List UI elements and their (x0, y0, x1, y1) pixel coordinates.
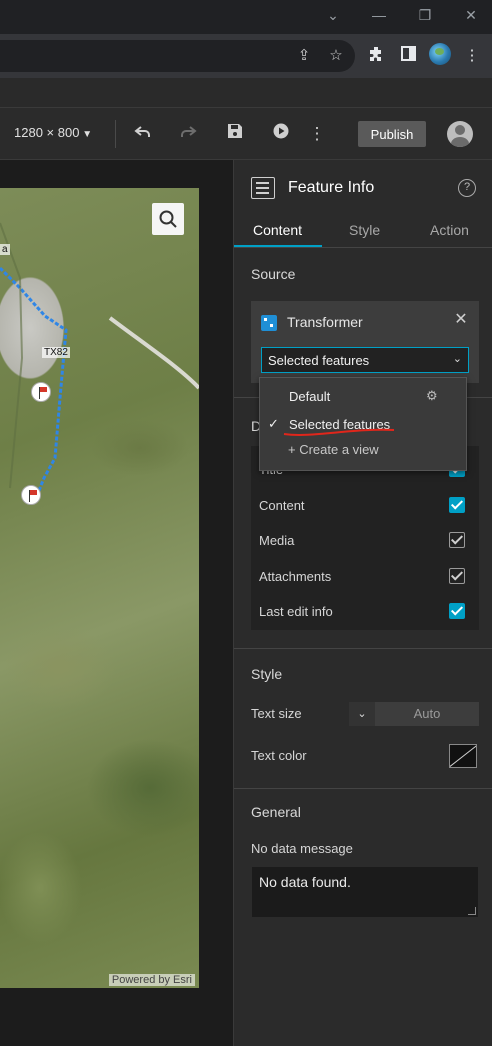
tab-content[interactable]: Content (253, 222, 302, 238)
option-label: Content (259, 498, 305, 513)
tab-action[interactable]: Action (430, 222, 469, 238)
no-data-message-value: No data found. (259, 874, 351, 890)
feature-info-icon (251, 177, 275, 199)
preview-play-icon[interactable] (270, 123, 292, 145)
chevron-down-icon: ⌄ (452, 353, 462, 365)
close-window-icon[interactable]: ✕ (458, 4, 484, 26)
menu-item-default[interactable]: Default ⚙ (260, 382, 466, 410)
help-icon[interactable]: ? (458, 179, 476, 197)
text-size-label: Text size (251, 706, 302, 721)
ridge-line (0, 222, 24, 489)
map-overlay (0, 222, 199, 494)
checkmark-icon: ✓ (268, 416, 279, 431)
more-options-icon[interactable]: ⋮ (306, 123, 328, 145)
content-checkbox[interactable] (449, 497, 465, 513)
gear-icon[interactable]: ⚙ (426, 388, 438, 404)
divider (234, 648, 492, 649)
panel-tabs: Content Style Action (234, 216, 492, 248)
attachments-checkbox[interactable] (449, 568, 465, 584)
option-label: Last edit info (259, 604, 333, 619)
redo-icon[interactable] (177, 123, 199, 145)
map-edge-label: a (0, 244, 10, 255)
view-select[interactable]: Selected features ⌄ (261, 347, 469, 373)
tab-style[interactable]: Style (349, 222, 380, 238)
flag-marker-icon[interactable] (21, 485, 41, 505)
route-line (0, 266, 68, 494)
share-icon[interactable]: ⇪ (294, 46, 314, 66)
option-row-last-edit: Last edit info (259, 600, 471, 624)
canvas-area: TX82 a Powered by Esri (0, 160, 233, 1046)
text-color-picker[interactable] (449, 744, 477, 768)
option-label: Media (259, 533, 295, 548)
undo-icon[interactable] (132, 123, 154, 145)
no-data-message-input[interactable]: No data found. (251, 866, 479, 918)
user-avatar[interactable] (447, 121, 473, 147)
active-tab-indicator (234, 245, 322, 247)
tab-search-icon[interactable]: ⌄ (320, 4, 346, 26)
display-options: Title Content Media Attachments Last edi… (251, 446, 479, 630)
map-attribution[interactable]: Powered by Esri (108, 974, 195, 986)
search-icon (159, 210, 177, 228)
text-size-select[interactable]: ⌄ Auto (349, 702, 479, 726)
dataset-icon (261, 315, 277, 331)
highway-line (108, 316, 199, 390)
style-section-title: Style (251, 666, 283, 682)
browser-toolbar: ⇪ ☆ ⋮ (0, 34, 492, 78)
text-size-value: Auto (413, 706, 441, 721)
source-section-title: Source (251, 266, 296, 282)
text-color-label: Text color (251, 748, 307, 763)
minimize-icon[interactable]: — (366, 4, 392, 26)
map-widget[interactable]: TX82 a Powered by Esri (0, 188, 199, 988)
extensions-icon[interactable] (366, 46, 386, 66)
panel-header: Feature Info ? (234, 160, 492, 216)
red-underline-annotation (283, 428, 395, 436)
resolution-label: 1280 × 800 (14, 125, 80, 140)
menu-item-label: Default (289, 389, 331, 404)
address-bar[interactable]: ⇪ ☆ (0, 40, 355, 72)
flag-marker-icon[interactable] (31, 382, 51, 402)
chevron-down-icon[interactable]: ⌄ (349, 702, 375, 726)
no-data-message-label: No data message (251, 841, 353, 856)
resolution-selector[interactable]: 1280 × 800 ▼ (14, 125, 92, 140)
side-panel-icon[interactable] (398, 46, 418, 66)
save-icon[interactable] (224, 123, 246, 145)
more-vert-icon[interactable]: ⋮ (462, 46, 482, 66)
bookmark-star-icon[interactable]: ☆ (326, 46, 346, 66)
data-source-card: Transformer ✕ Selected features ⌄ (251, 301, 479, 383)
create-view-link[interactable]: + Create a view (288, 442, 379, 457)
option-label: Attachments (259, 569, 332, 584)
general-section-title: General (251, 804, 301, 820)
caret-down-icon: ▼ (79, 129, 93, 140)
toolbar-divider (115, 120, 116, 148)
last-edit-checkbox[interactable] (449, 603, 465, 619)
divider (234, 788, 492, 789)
view-select-value: Selected features (268, 353, 370, 368)
option-row-attachments: Attachments (259, 565, 471, 589)
data-source-name: Transformer (287, 314, 363, 330)
browser-content-top (0, 78, 492, 108)
option-row-media: Media (259, 529, 471, 553)
option-row-content: Content (259, 494, 471, 518)
map-search-button[interactable] (152, 203, 184, 235)
remove-source-icon[interactable]: ✕ (452, 311, 470, 329)
panel-title: Feature Info (288, 179, 375, 196)
browser-titlebar: ⌄ — ❐ ✕ (0, 0, 492, 34)
maximize-icon[interactable]: ❐ (412, 4, 438, 26)
publish-button[interactable]: Publish (358, 121, 426, 147)
profile-avatar-icon[interactable] (429, 43, 451, 65)
media-checkbox[interactable] (449, 532, 465, 548)
road-label: TX82 (42, 347, 70, 358)
settings-panel: Feature Info ? Content Style Action Sour… (233, 160, 492, 1046)
resize-handle-icon[interactable] (468, 907, 476, 915)
